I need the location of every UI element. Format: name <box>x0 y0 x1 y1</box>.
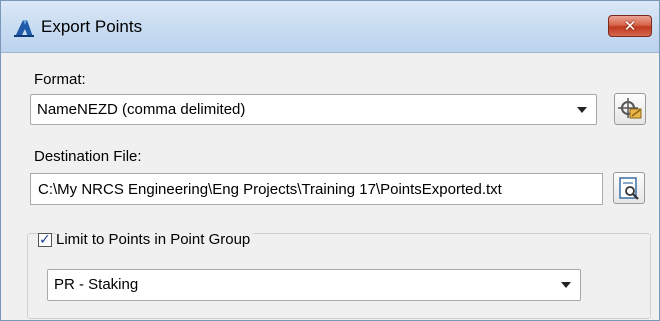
destination-file-label: Destination File: <box>34 148 142 165</box>
point-group-dropdown[interactable]: PR - Staking <box>47 269 581 301</box>
limit-to-point-group-checkbox[interactable]: ✓ <box>38 231 52 247</box>
window-title: Export Points <box>41 17 143 36</box>
browse-file-icon <box>619 177 639 200</box>
close-button[interactable]: ✕ <box>608 15 652 37</box>
format-selected-value: NameNEZD (comma delimited) <box>37 101 246 118</box>
format-label: Format: <box>34 71 86 88</box>
format-settings-button[interactable] <box>614 93 646 125</box>
app-logo-icon <box>14 20 34 37</box>
export-points-dialog: Export Points ✕ Format: NameNEZD (comma … <box>0 0 660 321</box>
chevron-down-icon <box>577 107 587 113</box>
close-icon: ✕ <box>623 18 637 35</box>
point-group-selected-value: PR - Staking <box>54 276 139 293</box>
destination-file-field[interactable] <box>30 173 603 205</box>
title-bar[interactable]: Export Points ✕ <box>1 1 659 53</box>
point-file-format-icon <box>618 98 642 119</box>
browse-file-button[interactable] <box>613 172 645 204</box>
limit-to-point-group-label[interactable]: Limit to Points in Point Group <box>56 231 254 248</box>
chevron-down-icon <box>561 282 571 288</box>
checkmark-icon: ✓ <box>39 231 51 247</box>
format-dropdown[interactable]: NameNEZD (comma delimited) <box>30 94 597 125</box>
destination-file-input[interactable] <box>31 174 602 204</box>
